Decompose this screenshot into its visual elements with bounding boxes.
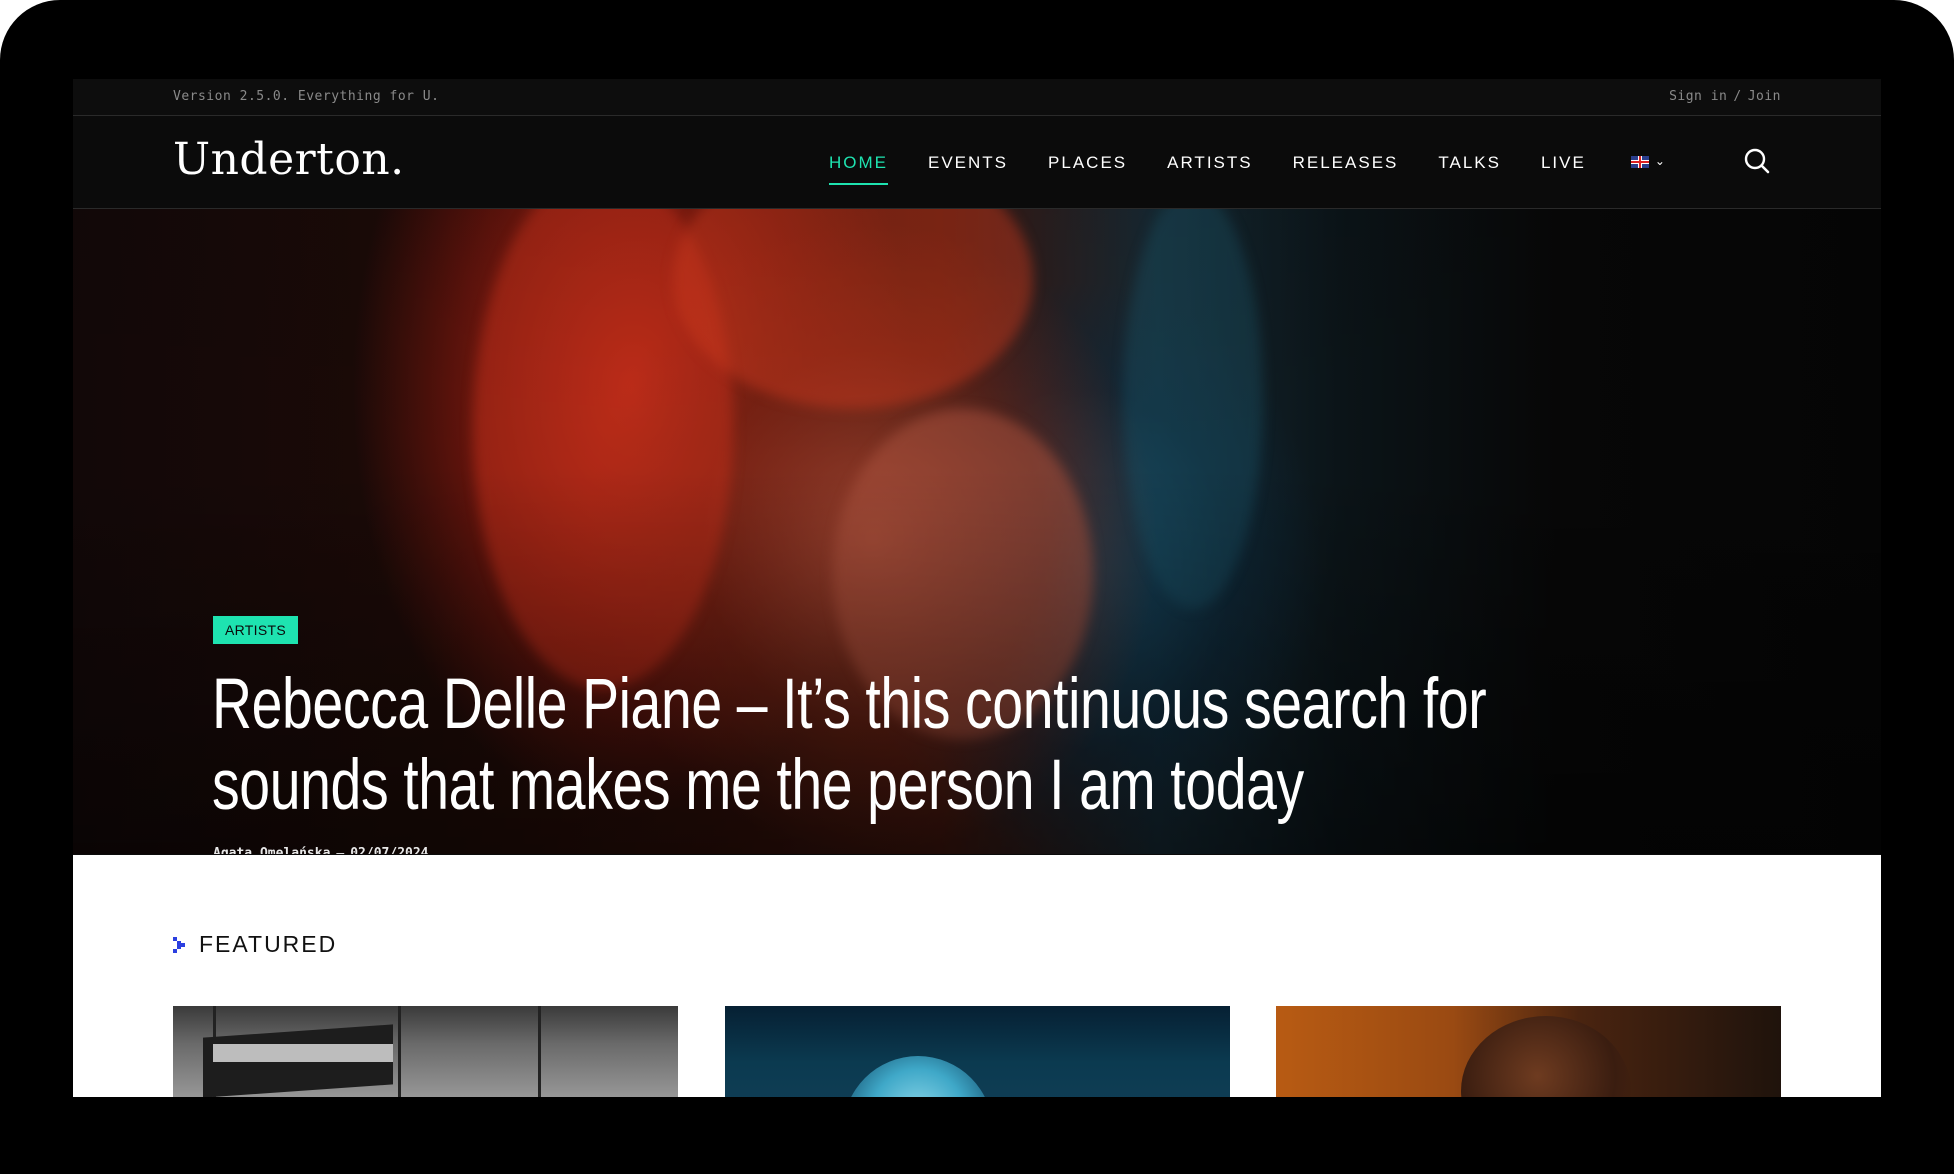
nav-item-releases[interactable]: RELEASES — [1293, 151, 1399, 173]
chevron-down-icon: ⌄ — [1654, 154, 1665, 168]
top-bar: Version 2.5.0. Everything for U. Sign in… — [73, 79, 1881, 116]
version-text: Version 2.5.0. Everything for U. — [173, 89, 440, 104]
nav-item-talks[interactable]: TALKS — [1438, 151, 1501, 173]
search-icon[interactable] — [1743, 147, 1771, 175]
category-tag[interactable]: ARTISTS — [213, 616, 298, 644]
featured-card-image-1[interactable] — [173, 1006, 678, 1097]
article-meta: Agata Omelańska –02/07/2024 — [213, 846, 429, 854]
site-header: Underton. HOME EVENTS PLACES ARTISTS REL… — [73, 116, 1881, 209]
nav-item-home[interactable]: HOME — [829, 151, 888, 185]
nav-item-events[interactable]: EVENTS — [928, 151, 1008, 173]
auth-links: Sign in / Join — [1669, 89, 1781, 104]
featured-section: FEATURED — [73, 855, 1881, 1097]
nav-item-live[interactable]: LIVE — [1541, 151, 1586, 173]
hero-headline[interactable]: Rebecca Delle Piane – It’s this continuo… — [212, 664, 1569, 826]
section-marker-icon — [173, 936, 185, 953]
featured-title: FEATURED — [199, 931, 338, 957]
join-link[interactable]: Join — [1748, 89, 1781, 104]
nav-item-places[interactable]: PLACES — [1048, 151, 1127, 173]
sign-in-link[interactable]: Sign in — [1669, 89, 1727, 104]
browser-viewport: Version 2.5.0. Everything for U. Sign in… — [73, 79, 1881, 1097]
featured-heading: FEATURED — [173, 931, 337, 958]
featured-card-image-2[interactable] — [725, 1006, 1230, 1097]
main-nav: HOME EVENTS PLACES ARTISTS RELEASES TALK… — [829, 116, 1665, 208]
nav-item-artists[interactable]: ARTISTS — [1167, 151, 1252, 173]
author-name[interactable]: Agata Omelańska — [213, 846, 330, 854]
post-date: 02/07/2024 — [350, 846, 429, 854]
site-logo[interactable]: Underton. — [173, 134, 405, 185]
language-switcher[interactable]: ⌄ — [1630, 154, 1665, 169]
featured-card-image-3[interactable] — [1276, 1006, 1781, 1097]
uk-flag-icon — [1630, 156, 1649, 168]
meta-separator: – — [336, 846, 345, 854]
device-frame: Version 2.5.0. Everything for U. Sign in… — [0, 0, 1954, 1174]
auth-separator: / — [1733, 89, 1742, 104]
hero-banner[interactable]: ARTISTS Rebecca Delle Piane – It’s this … — [73, 209, 1881, 854]
